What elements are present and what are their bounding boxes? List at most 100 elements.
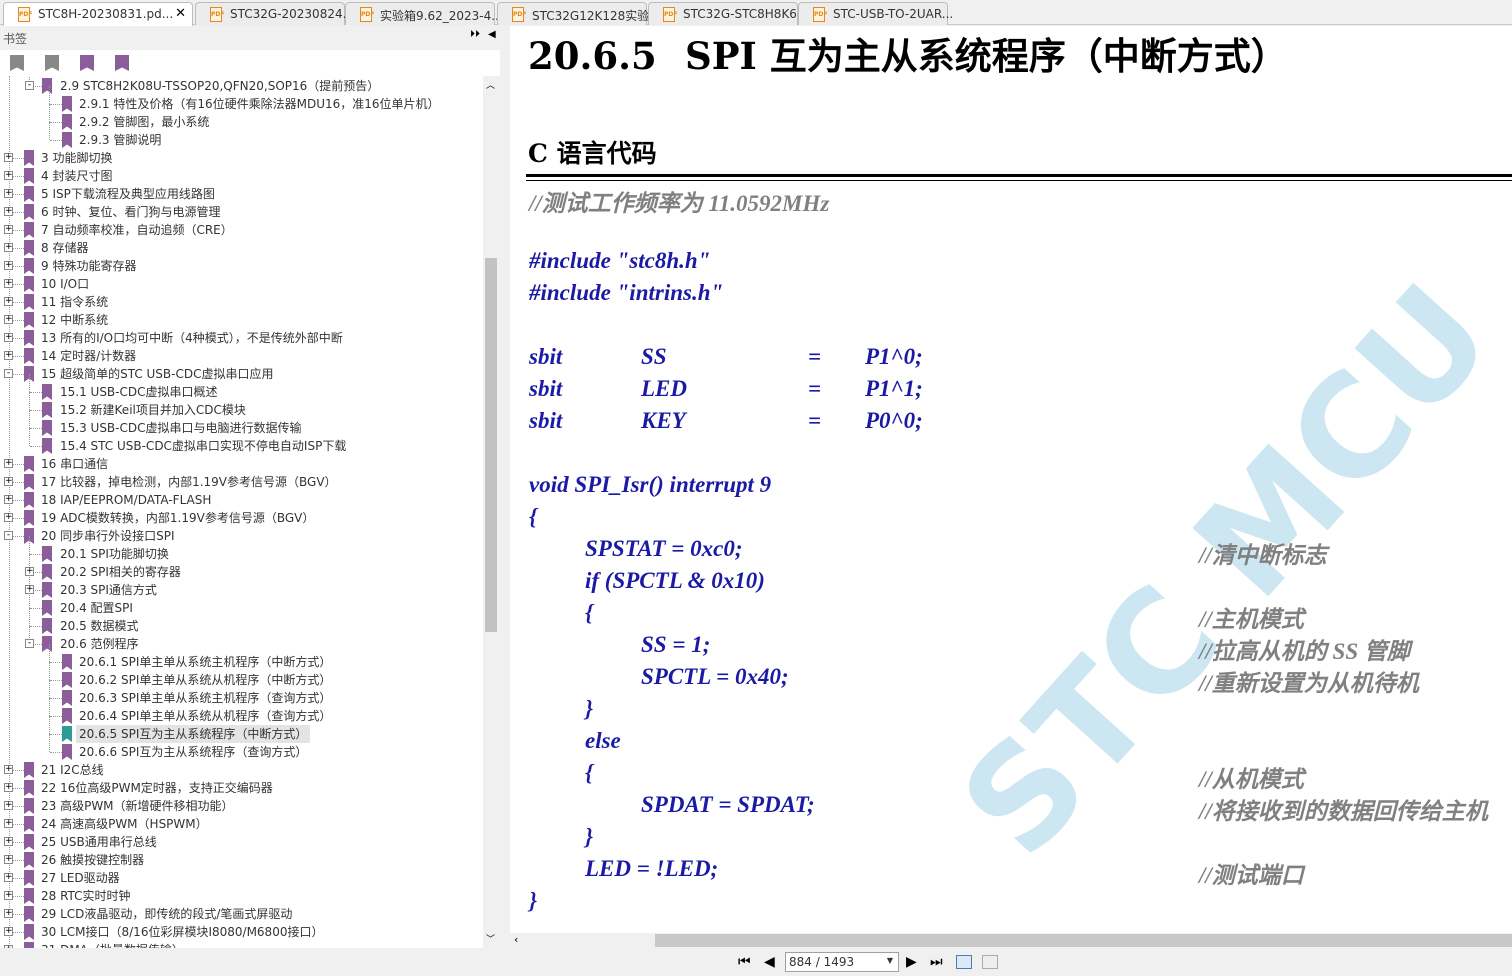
bookmark-item[interactable]: +20.2 SPI相关的寄存器 <box>0 554 483 581</box>
bookmark-item[interactable]: 15.3 USB-CDC虚拟串口与电脑进行数据传输 <box>0 410 483 437</box>
expand-panel-icon[interactable]: ⏵⏵ <box>470 29 480 40</box>
expand-icon[interactable]: + <box>4 837 13 846</box>
bookmark-item[interactable]: 2.9.3 管脚说明 <box>0 122 483 149</box>
close-tab-icon[interactable]: ✕ <box>175 6 186 21</box>
expand-icon[interactable]: + <box>4 189 13 198</box>
expand-icon[interactable]: + <box>4 783 13 792</box>
bookmark-item[interactable]: +14 定时器/计数器 <box>0 347 483 365</box>
bookmark-item[interactable]: +29 LCD液晶驱动，即传统的段式/笔画式屏驱动 <box>0 905 483 923</box>
chevron-down-icon[interactable]: ▼ <box>887 956 893 965</box>
collapse-icon[interactable]: - <box>4 531 13 540</box>
bookmark-item[interactable]: +24 高速高级PWM（HSPWM） <box>0 815 483 833</box>
expand-icon[interactable]: + <box>4 765 13 774</box>
expand-icon[interactable]: + <box>4 225 13 234</box>
bookmark-item[interactable]: +6 时钟、复位、看门狗与电源管理 <box>0 203 483 221</box>
bookmark-item[interactable]: +31 DMA（批量数据传输） <box>0 941 483 948</box>
tab-5[interactable]: PDF STC-USB-TO-2UAR... <box>798 2 953 25</box>
bookmark-item[interactable]: +19 ADC模数转换，内部1.19V参考信号源（BGV） <box>0 509 483 527</box>
bookmark-item[interactable]: +4 封装尺寸图 <box>0 167 483 185</box>
bookmark-item[interactable]: 20.6.6 SPI互为主从系统程序（查询方式） <box>0 734 483 761</box>
bookmark-item[interactable]: +9 特殊功能寄存器 <box>0 257 483 275</box>
panel-splitter[interactable] <box>500 26 510 948</box>
bookmark-item[interactable]: +30 LCM接口（8/16位彩屏模块I8080/M6800接口） <box>0 923 483 941</box>
expand-icon[interactable]: + <box>4 855 13 864</box>
bookmark-item[interactable]: +17 比较器，掉电检测，内部1.19V参考信号源（BGV） <box>0 473 483 491</box>
expand-icon[interactable]: + <box>4 819 13 828</box>
expand-icon[interactable]: + <box>4 297 13 306</box>
collapse-icon[interactable]: - <box>4 369 13 378</box>
bookmark-item[interactable]: 20.6.2 SPI单主单从系统从机程序（中断方式） <box>0 662 483 689</box>
expand-icon[interactable]: + <box>4 477 13 486</box>
bookmark-item[interactable]: 20.4 配置SPI <box>0 590 483 617</box>
expand-icon[interactable]: + <box>4 351 13 360</box>
bookmark-item[interactable]: +27 LED驱动器 <box>0 869 483 887</box>
bookmark-item[interactable]: - 20 同步串行外设接口SPI <box>0 527 483 545</box>
expand-icon[interactable]: + <box>4 333 13 342</box>
bookmark-item[interactable]: +26 触摸按键控制器 <box>0 851 483 869</box>
expand-icon[interactable]: + <box>4 801 13 810</box>
first-page-icon[interactable]: ⏮ <box>738 954 751 970</box>
bookmark-item[interactable]: +10 I/O口 <box>0 275 483 293</box>
expand-icon[interactable]: + <box>4 891 13 900</box>
collapse-panel-icon[interactable]: ◀ <box>488 29 496 40</box>
bookmark-item[interactable]: +13 所有的I/O口均可中断（4种模式），不是传统外部中断 <box>0 329 483 347</box>
bookmark-item[interactable]: +28 RTC实时时钟 <box>0 887 483 905</box>
bookmark-item[interactable]: 15.2 新建Keil项目并加入CDC模块 <box>0 392 483 419</box>
tab-3[interactable]: PDF STC32G12K128实验... <box>497 2 661 25</box>
bookmark-item[interactable]: 20.1 SPI功能脚切换 <box>0 536 483 563</box>
bookmark-item[interactable]: 20.5 数据模式 <box>0 608 483 635</box>
tab-2[interactable]: PDF 实验箱9.62_2023-4... <box>345 2 503 25</box>
scrollbar-thumb[interactable] <box>655 934 1512 947</box>
expand-icon[interactable]: + <box>4 513 13 522</box>
bookmark-item[interactable]: 20.6.5 SPI互为主从系统程序（中断方式） <box>0 716 483 743</box>
expand-icon[interactable]: + <box>4 459 13 468</box>
bookmark-item[interactable]: +22 16位高级PWM定时器，支持正交编码器 <box>0 779 483 797</box>
expand-icon[interactable]: + <box>4 243 13 252</box>
bookmark-item[interactable]: - 2.9 STC8H2K08U-TSSOP20,QFN20,SOP16（提前预告… <box>0 76 483 95</box>
bookmark-item[interactable]: +3 功能脚切换 <box>0 149 483 167</box>
bookmark-item[interactable]: 15.1 USB-CDC虚拟串口概述 <box>0 374 483 401</box>
page-number-input[interactable]: 884 / 1493 ▼ <box>785 952 899 972</box>
goto-bookmark-icon[interactable] <box>80 55 94 71</box>
scrollbar-thumb[interactable] <box>485 258 497 632</box>
expand-icon[interactable]: + <box>4 927 13 936</box>
prev-page-icon[interactable]: ◀ <box>764 954 775 970</box>
collapse-icon[interactable]: - <box>25 639 34 648</box>
horizontal-scrollbar[interactable]: ‹ <box>510 933 1512 948</box>
expand-icon[interactable]: + <box>4 261 13 270</box>
tab-4[interactable]: PDF STC32G-STC8H8K6... <box>648 2 808 25</box>
expand-icon[interactable]: + <box>4 315 13 324</box>
bookmark-item[interactable]: +12 中断系统 <box>0 311 483 329</box>
collapse-icon[interactable]: - <box>25 81 34 90</box>
bookmark-item[interactable]: 20.6.4 SPI单主单从系统从机程序（查询方式） <box>0 698 483 725</box>
bookmark-item[interactable]: +25 USB通用串行总线 <box>0 833 483 851</box>
scroll-up-icon[interactable]: ︿ <box>486 78 495 91</box>
expand-icon[interactable]: + <box>4 495 13 504</box>
bookmark-item[interactable]: +18 IAP/EEPROM/DATA-FLASH <box>0 491 483 509</box>
scroll-down-icon[interactable]: ﹀ <box>486 932 495 945</box>
bookmark-item[interactable]: +7 自动频率校准，自动追频（CRE） <box>0 221 483 239</box>
scroll-left-icon[interactable]: ‹ <box>514 933 518 946</box>
expand-icon[interactable]: + <box>4 909 13 918</box>
next-view-icon[interactable] <box>982 955 998 969</box>
bookmark-item[interactable]: +20.3 SPI通信方式 <box>0 572 483 599</box>
add-bookmark-icon[interactable] <box>45 55 59 71</box>
bookmark-scrollbar[interactable]: ︿ ﹀ <box>483 76 499 948</box>
bookmark-item[interactable]: +16 串口通信 <box>0 455 483 473</box>
expand-icon[interactable]: + <box>4 153 13 162</box>
expand-icon[interactable]: + <box>4 171 13 180</box>
tab-0[interactable]: PDF STC8H-20230831.pd... ✕ <box>3 2 193 26</box>
bookmark-item[interactable]: 2.9.1 特性及价格（有16位硬件乘除法器MDU16，准16位单片机） <box>0 86 483 113</box>
bookmark-item[interactable]: +23 高级PWM（新增硬件移相功能） <box>0 797 483 815</box>
last-page-icon[interactable]: ⏭ <box>930 954 943 970</box>
bookmark-item[interactable]: - 20.6 范例程序 <box>0 626 483 653</box>
bookmark-item[interactable]: +5 ISP下载流程及典型应用线路图 <box>0 185 483 203</box>
tab-1[interactable]: PDF STC32G-20230824.... <box>195 2 358 25</box>
bookmark-item[interactable]: +11 指令系统 <box>0 293 483 311</box>
bookmark-item[interactable]: +8 存储器 <box>0 239 483 257</box>
bookmark-item[interactable]: +21 I2C总线 <box>0 761 483 779</box>
prev-view-icon[interactable] <box>956 955 972 969</box>
expand-icon[interactable]: + <box>4 873 13 882</box>
bookmark-item[interactable]: 20.6.3 SPI单主单从系统主机程序（查询方式） <box>0 680 483 707</box>
expand-icon[interactable]: + <box>4 279 13 288</box>
